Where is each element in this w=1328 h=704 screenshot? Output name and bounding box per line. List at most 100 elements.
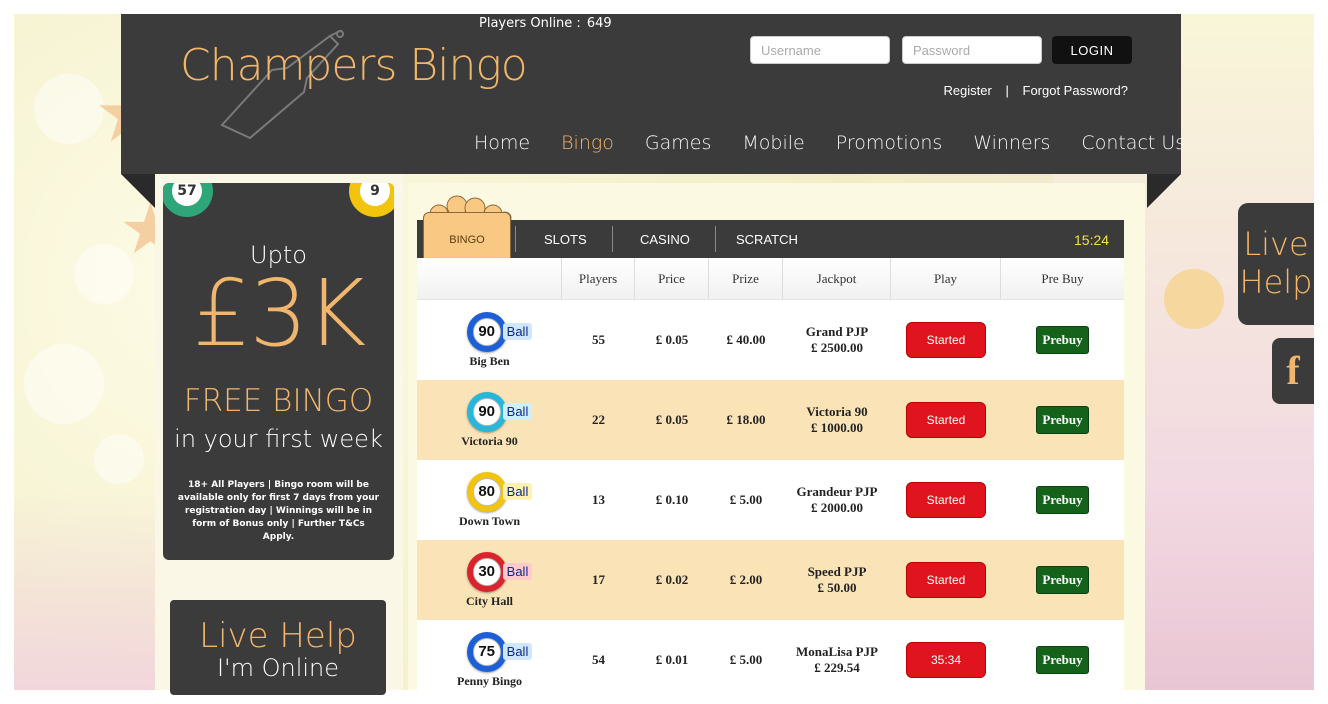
room-name[interactable]: Down Town — [459, 514, 520, 529]
players-cell: 17 — [592, 572, 605, 587]
table-header: Players Price Prize Jackpot Play Pre Buy — [417, 258, 1124, 300]
side-live-help-tab[interactable]: Live Help — [1238, 203, 1314, 325]
play-button[interactable]: Started — [906, 482, 986, 518]
jackpot-name: Grandeur PJP — [796, 484, 878, 499]
room-ball: 90 Ball — [466, 311, 533, 352]
jackpot-name: MonaLisa PJP — [796, 644, 878, 659]
ball-number: 90 — [472, 317, 501, 346]
prize-cell: £ 40.00 — [726, 332, 766, 347]
nav-mobile[interactable]: Mobile — [742, 132, 804, 154]
register-link[interactable]: Register — [943, 83, 991, 98]
price-cell: £ 0.05 — [655, 332, 689, 347]
bingo-ball-icon: 75 — [466, 631, 507, 672]
table-row: 80 Ball Down Town 13 £ 0.10 £ 5.00 Grand… — [417, 460, 1124, 540]
header-ribbon-left — [121, 174, 155, 208]
play-button[interactable]: Started — [906, 562, 986, 598]
jackpot-name: Victoria 90 — [806, 404, 868, 419]
tab-slots[interactable]: SLOTS — [544, 220, 587, 258]
live-help-title: Live Help — [199, 616, 357, 656]
price-cell: £ 0.05 — [655, 412, 689, 427]
room-name[interactable]: City Hall — [466, 594, 513, 609]
tab-divider — [612, 226, 613, 252]
nav-promotions[interactable]: Promotions — [836, 132, 943, 154]
ball-number: 80 — [472, 477, 501, 506]
room-cell: 30 Ball City Hall — [417, 540, 562, 620]
price-cell: £ 0.10 — [655, 492, 689, 507]
col-room — [417, 258, 562, 299]
play-button[interactable]: Started — [906, 402, 986, 438]
site-logo[interactable]: Champers Bingo — [180, 40, 528, 91]
nav-games[interactable]: Games — [645, 132, 711, 154]
players-online-count: 649 — [586, 16, 612, 31]
ball-number: 90 — [472, 397, 501, 426]
nav-winners[interactable]: Winners — [973, 132, 1050, 154]
ball-label: Ball — [502, 483, 533, 500]
room-name[interactable]: Victoria 90 — [461, 434, 518, 449]
username-input[interactable]: Username — [750, 36, 890, 64]
clock: 15:24 — [1074, 232, 1110, 248]
forgot-password-link[interactable]: Forgot Password? — [1023, 83, 1129, 98]
side-live-help-line1: Live — [1243, 225, 1309, 263]
room-cell: 75 Ball Penny Bingo — [417, 620, 562, 700]
welcome-promo-banner[interactable]: 57 9 Upto £3K FREE BINGO in your first w… — [163, 183, 394, 560]
link-separator: | — [1005, 83, 1009, 98]
promo-free-bingo: FREE BINGO — [183, 383, 374, 419]
tab-casino[interactable]: CASINO — [640, 220, 690, 258]
prebuy-cell: Prebuy — [1001, 620, 1124, 700]
room-cell: 90 Ball Big Ben — [417, 300, 562, 380]
prize-cell: £ 5.00 — [729, 492, 763, 507]
players-online-label: Players Online : — [479, 16, 581, 31]
bg-sun-icon — [1164, 269, 1224, 329]
username-placeholder: Username — [761, 43, 821, 58]
ball-label: Ball — [502, 403, 533, 420]
col-prize: Prize — [709, 258, 783, 299]
jackpot-amount: £ 2500.00 — [811, 340, 863, 355]
bg-bokeh — [94, 434, 144, 484]
tab-scratch[interactable]: SCRATCH — [736, 220, 798, 258]
login-button[interactable]: LOGIN — [1052, 36, 1132, 64]
password-input[interactable]: Password — [902, 36, 1042, 64]
jackpot-cell: Grand PJP £ 2500.00 — [783, 300, 891, 380]
jackpot-amount: £ 50.00 — [817, 580, 857, 595]
bingo-ball-icon: 80 — [466, 471, 507, 512]
play-cell: Started — [891, 300, 1001, 380]
prebuy-button[interactable]: Prebuy — [1036, 566, 1089, 594]
play-button[interactable]: Started — [906, 322, 986, 358]
prebuy-button[interactable]: Prebuy — [1036, 406, 1089, 434]
prebuy-button[interactable]: Prebuy — [1036, 486, 1089, 514]
room-ball: 30 Ball — [466, 551, 533, 592]
play-button[interactable]: 35:34 — [906, 642, 986, 678]
bingo-ball-icon: 30 — [466, 551, 507, 592]
nav-contact-us[interactable]: Contact Us — [1081, 132, 1185, 154]
jackpot-name: Speed PJP — [807, 564, 867, 579]
nav-bingo[interactable]: Bingo — [561, 132, 614, 154]
bingo-ball-icon: 90 — [466, 391, 507, 432]
room-name[interactable]: Penny Bingo — [457, 674, 522, 689]
players-cell: 55 — [592, 332, 605, 347]
table-row: 75 Ball Penny Bingo 54 £ 0.01 £ 5.00 Mon… — [417, 620, 1124, 700]
col-price: Price — [635, 258, 709, 299]
prebuy-cell: Prebuy — [1001, 380, 1124, 460]
password-placeholder: Password — [913, 43, 971, 58]
table-body: 90 Ball Big Ben 55 £ 0.05 £ 40.00 Grand … — [417, 300, 1124, 700]
table-row: 90 Ball Victoria 90 22 £ 0.05 £ 18.00 Vi… — [417, 380, 1124, 460]
prize-cell: £ 2.00 — [729, 572, 763, 587]
prebuy-button[interactable]: Prebuy — [1036, 646, 1089, 674]
tab-divider — [515, 226, 516, 252]
room-ball: 80 Ball — [466, 471, 533, 512]
live-help-widget[interactable]: Live Help I'm Online — [170, 600, 386, 695]
bingo-ball-number: 57 — [172, 183, 202, 206]
room-cell: 80 Ball Down Town — [417, 460, 562, 540]
facebook-icon[interactable]: f — [1272, 338, 1314, 404]
room-name[interactable]: Big Ben — [469, 354, 509, 369]
bingo-rooms-table: Players Price Prize Jackpot Play Pre Buy… — [417, 258, 1124, 700]
players-cell: 54 — [592, 652, 605, 667]
nav-home[interactable]: Home — [474, 132, 530, 154]
account-links: Register | Forgot Password? — [943, 83, 1128, 98]
ball-number: 30 — [472, 557, 501, 586]
prebuy-cell: Prebuy — [1001, 540, 1124, 620]
jackpot-cell: Victoria 90 £ 1000.00 — [783, 380, 891, 460]
price-cell: £ 0.01 — [655, 652, 689, 667]
prebuy-button[interactable]: Prebuy — [1036, 326, 1089, 354]
play-cell: Started — [891, 380, 1001, 460]
